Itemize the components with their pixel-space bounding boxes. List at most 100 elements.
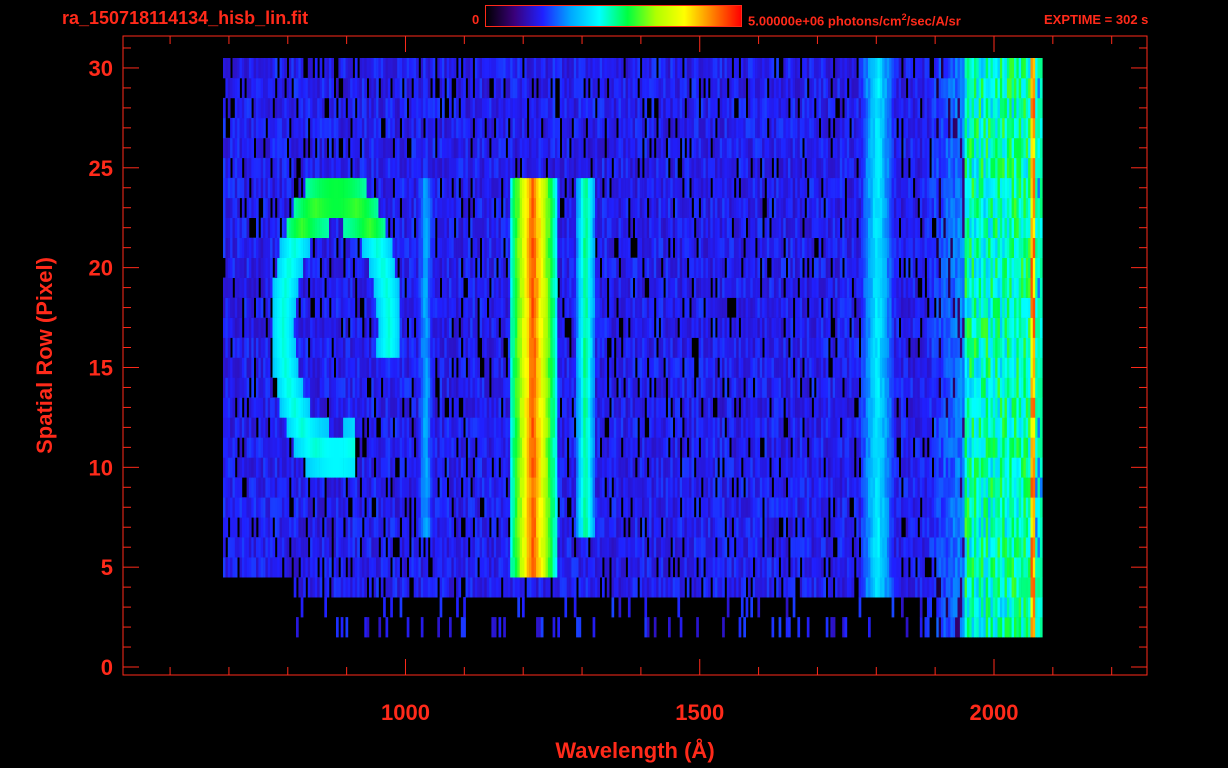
heatmap-cell [957, 357, 961, 378]
heatmap-cell [842, 317, 845, 338]
heatmap-cell [959, 597, 963, 618]
heatmap-cell [298, 317, 302, 338]
heatmap-cell [1002, 577, 1005, 598]
heatmap-cell [849, 417, 852, 438]
heatmap-cell [898, 557, 902, 578]
heatmap-cell [559, 577, 563, 598]
heatmap-cell [552, 477, 556, 498]
heatmap-cell [482, 557, 485, 578]
heatmap-cell [642, 397, 645, 418]
heatmap-cell [926, 577, 930, 598]
heatmap-cell [272, 537, 276, 558]
heatmap-cell [524, 457, 528, 478]
heatmap-cell [886, 537, 890, 558]
heatmap-cell [500, 517, 504, 538]
heatmap-cell [966, 517, 970, 538]
heatmap-cell [985, 517, 989, 538]
heatmap-cell [587, 557, 591, 578]
heatmap-cell [981, 317, 984, 338]
heatmap-cell [425, 317, 429, 338]
heatmap-cell [416, 337, 419, 358]
heatmap-cell [338, 357, 342, 378]
heatmap-cell [780, 297, 784, 318]
heatmap-cell [715, 377, 718, 398]
heatmap-cell [809, 557, 812, 578]
heatmap-cell [1037, 537, 1041, 558]
heatmap-cell [470, 337, 473, 358]
heatmap-cell [305, 477, 309, 498]
heatmap-cell [314, 537, 318, 558]
heatmap-cell [326, 477, 330, 498]
heatmap-cell [583, 437, 586, 458]
heatmap-cell [474, 397, 478, 418]
heatmap-cell [1035, 497, 1038, 518]
heatmap-cell [748, 317, 751, 338]
heatmap-cell [752, 317, 756, 338]
heatmap-cell [919, 397, 923, 418]
heatmap-cell [496, 297, 499, 318]
heatmap-cell [750, 417, 753, 438]
heatmap-cell [310, 317, 313, 338]
heatmap-cell [340, 537, 344, 558]
heatmap-cell [823, 477, 826, 498]
heatmap-cell [893, 357, 897, 378]
heatmap-cell [941, 317, 944, 338]
heatmap-cell [472, 537, 476, 558]
heatmap-cell [286, 297, 290, 318]
heatmap-cell [837, 457, 841, 478]
heatmap-cell [675, 377, 678, 398]
heatmap-cell [267, 337, 271, 358]
heatmap-cell [766, 517, 770, 538]
heatmap-cell [802, 377, 805, 398]
heatmap-cell [861, 297, 864, 318]
heatmap-cell [305, 497, 309, 518]
heatmap-cell [630, 357, 633, 378]
heatmap-cell [432, 317, 436, 338]
heatmap-cell [978, 537, 982, 558]
heatmap-cell [432, 457, 436, 478]
heatmap-cell [941, 617, 944, 638]
heatmap-cell [733, 477, 737, 498]
heatmap-cell [755, 477, 758, 498]
heatmap-cell [959, 477, 963, 498]
heatmap-cell [1039, 557, 1043, 578]
heatmap-cell [514, 437, 518, 458]
heatmap-cell [1011, 577, 1015, 598]
heatmap-cell [451, 337, 455, 358]
heatmap-cell [369, 477, 372, 498]
heatmap-cell [411, 317, 415, 338]
heatmap-cell [797, 477, 801, 498]
heatmap-cell [557, 417, 560, 438]
heatmap-cell [934, 317, 937, 338]
heatmap-cell [1018, 497, 1022, 518]
heatmap-cell [241, 357, 245, 378]
heatmap-cell [317, 317, 320, 338]
heatmap-cell [750, 457, 753, 478]
heatmap-cell [423, 277, 426, 298]
heatmap-cell [241, 277, 245, 298]
heatmap-cell [839, 497, 843, 518]
heatmap-cell [609, 437, 612, 458]
heatmap-cell [564, 457, 568, 478]
heatmap-cell [256, 337, 259, 358]
heatmap-cell [698, 417, 702, 438]
heatmap-cell [416, 357, 419, 378]
heatmap-cell [868, 317, 871, 338]
heatmap-cell [811, 537, 815, 558]
heatmap-cell [799, 577, 803, 598]
heatmap-cell [846, 577, 850, 598]
heatmap-cell [1004, 357, 1008, 378]
heatmap-cell [491, 377, 495, 398]
heatmap-cell [886, 577, 890, 598]
heatmap-cell [1009, 557, 1012, 578]
heatmap-cell [877, 377, 881, 398]
heatmap-cell [804, 417, 808, 438]
heatmap-cell [392, 277, 396, 298]
heatmap-cell [465, 397, 469, 418]
heatmap-cell [740, 297, 744, 318]
heatmap-cell [260, 357, 264, 378]
heatmap-cell [460, 497, 464, 518]
heatmap-cell [479, 397, 483, 418]
heatmap-cell [326, 517, 330, 538]
heatmap-cell [423, 337, 426, 358]
